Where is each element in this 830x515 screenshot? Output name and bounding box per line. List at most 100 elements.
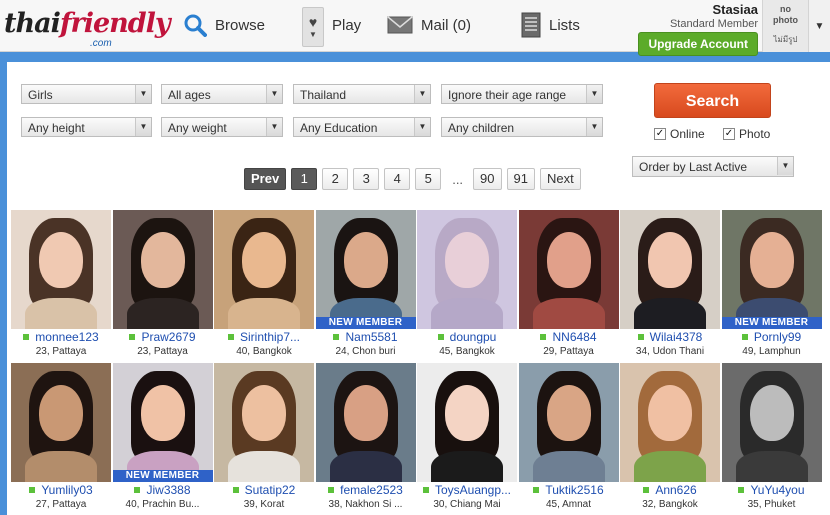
online-status-icon <box>643 486 650 493</box>
profile-age-location: 40, Prachin Bu... <box>125 499 200 510</box>
online-label: Online <box>670 127 705 141</box>
page-button-91[interactable]: 91 <box>506 168 535 190</box>
profile-card[interactable]: Tuktik2516 45, Amnat <box>518 363 619 512</box>
profile-photo[interactable] <box>11 210 111 329</box>
profile-username[interactable]: Sirinthip7... <box>214 330 314 344</box>
profile-photo[interactable] <box>417 363 517 482</box>
page-button-1[interactable]: 1 <box>291 168 318 190</box>
profile-card[interactable]: NEW MEMBER Nam5581 24, Chon buri <box>315 210 416 359</box>
profile-card[interactable]: monnee123 23, Pattaya <box>11 210 111 359</box>
profile-username[interactable]: Sutatip22 <box>214 483 314 497</box>
profile-card[interactable]: Yumlily03 27, Pattaya <box>11 363 111 512</box>
profile-username[interactable]: Praw2679 <box>113 330 213 344</box>
profile-photo[interactable]: NEW MEMBER <box>112 363 213 482</box>
account-menu-toggle[interactable]: ▼ <box>808 0 830 52</box>
page-button-2[interactable]: 2 <box>322 168 349 190</box>
profile-card[interactable]: NEW MEMBER Pornly99 49, Lamphun <box>721 210 822 359</box>
profile-username[interactable]: Yumlily03 <box>11 483 111 497</box>
profile-photo[interactable] <box>620 210 720 329</box>
online-status-icon <box>129 333 136 340</box>
photo-body <box>431 298 503 329</box>
age-select[interactable]: All ages ▼ <box>161 84 283 104</box>
page-button-3[interactable]: 3 <box>353 168 380 190</box>
profile-card[interactable]: NEW MEMBER Jiw3388 40, Prachin Bu... <box>112 363 213 512</box>
profile-username[interactable]: Tuktik2516 <box>519 483 619 497</box>
nav-lists[interactable]: Lists <box>521 10 580 40</box>
photo-body <box>735 451 808 482</box>
profile-username[interactable]: Pornly99 <box>722 330 822 344</box>
chevron-down-icon: ▼ <box>266 118 282 136</box>
profile-photo[interactable] <box>620 363 720 482</box>
profile-card[interactable]: doungpu 45, Bangkok <box>417 210 517 359</box>
profile-card[interactable]: Sutatip22 39, Korat <box>214 363 314 512</box>
order-select[interactable]: Order by Last Active ▼ <box>632 156 794 177</box>
profile-card[interactable]: female2523 38, Nakhon Si ... <box>315 363 416 512</box>
nav-browse[interactable]: Browse <box>183 10 265 40</box>
profile-photo[interactable]: NEW MEMBER <box>721 210 822 329</box>
online-status-icon <box>738 486 745 493</box>
profile-card[interactable]: Sirinthip7... 40, Bangkok <box>214 210 314 359</box>
profile-photo[interactable] <box>11 363 111 482</box>
photo-checkbox[interactable]: ✓ Photo <box>723 127 770 141</box>
photo-face <box>343 232 388 288</box>
profile-username[interactable]: Nam5581 <box>316 330 416 344</box>
profile-photo[interactable] <box>417 210 517 329</box>
page-button-5[interactable]: 5 <box>415 168 442 190</box>
logo-dotcom: .com <box>90 38 112 49</box>
profile-username[interactable]: doungpu <box>417 330 517 344</box>
profile-username[interactable]: NN6484 <box>519 330 619 344</box>
chevron-down-icon: ▼ <box>586 85 602 103</box>
profile-photo[interactable] <box>721 363 822 482</box>
search-button[interactable]: Search <box>654 83 771 118</box>
education-select[interactable]: Any Education ▼ <box>293 117 431 137</box>
profile-username[interactable]: Ann626 <box>620 483 720 497</box>
profile-photo[interactable] <box>315 363 416 482</box>
photo-face <box>39 232 83 288</box>
prev-page-button[interactable]: Prev <box>244 168 287 190</box>
nav-play[interactable]: ♥ ▼ Play <box>302 7 361 47</box>
avatar[interactable]: no photo ไม่มีรูป <box>762 0 808 52</box>
online-status-icon <box>422 486 429 493</box>
profile-username[interactable]: Jiw3388 <box>113 483 213 497</box>
nav-mail[interactable]: Mail (0) <box>387 10 471 40</box>
children-select[interactable]: Any children ▼ <box>441 117 603 137</box>
profile-username[interactable]: ToysAuangp... <box>417 483 517 497</box>
profile-age-location: 39, Korat <box>243 499 285 510</box>
profile-username[interactable]: female2523 <box>316 483 416 497</box>
profile-photo[interactable] <box>518 363 619 482</box>
profile-photo[interactable] <box>518 210 619 329</box>
page-button-90[interactable]: 90 <box>473 168 502 190</box>
next-page-button[interactable]: Next <box>539 168 581 190</box>
photo-body <box>25 298 97 329</box>
pagination: Prev 1 2 3 4 5 ... 90 91 Next <box>244 168 586 190</box>
profile-photo[interactable] <box>112 210 213 329</box>
gender-select[interactable]: Girls ▼ <box>21 84 152 104</box>
checkmark-icon: ✓ <box>723 128 735 140</box>
country-select[interactable]: Thailand ▼ <box>293 84 431 104</box>
photo-label: Photo <box>739 127 771 141</box>
profile-photo[interactable] <box>214 210 314 329</box>
photo-face <box>140 232 185 288</box>
age-range-select[interactable]: Ignore their age range ▼ <box>441 84 603 104</box>
online-checkbox[interactable]: ✓ Online <box>654 127 705 141</box>
profile-card[interactable]: Ann626 32, Bangkok <box>620 363 720 512</box>
profile-card[interactable]: NN6484 29, Pattaya <box>518 210 619 359</box>
photo-body <box>532 451 605 482</box>
upgrade-account-button[interactable]: Upgrade Account <box>638 32 758 56</box>
page-button-4[interactable]: 4 <box>384 168 411 190</box>
photo-body <box>329 451 402 482</box>
profile-card[interactable]: Praw2679 23, Pattaya <box>112 210 213 359</box>
profile-username[interactable]: monnee123 <box>11 330 111 344</box>
photo-face <box>445 385 489 441</box>
profile-card[interactable]: YuYu4you 35, Phuket <box>721 363 822 512</box>
username[interactable]: Stasiaa <box>618 2 758 17</box>
profile-card[interactable]: ToysAuangp... 30, Chiang Mai <box>417 363 517 512</box>
profile-username[interactable]: Wilai4378 <box>620 330 720 344</box>
profile-photo[interactable]: NEW MEMBER <box>315 210 416 329</box>
profile-photo[interactable] <box>214 363 314 482</box>
weight-select[interactable]: Any weight ▼ <box>161 117 283 137</box>
height-select[interactable]: Any height ▼ <box>21 117 152 137</box>
profile-username[interactable]: YuYu4you <box>722 483 822 497</box>
profile-card[interactable]: Wilai4378 34, Udon Thani <box>620 210 720 359</box>
site-logo[interactable]: thaifriendly .com <box>4 4 171 49</box>
